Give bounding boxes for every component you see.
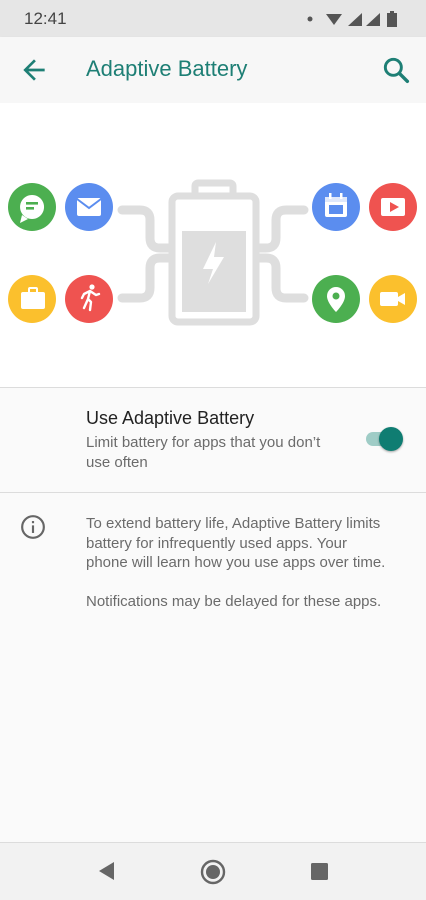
info-icon	[21, 515, 45, 539]
page-title: Adaptive Battery	[86, 56, 248, 81]
camera-icon	[369, 275, 417, 323]
navigation-bar	[0, 842, 426, 900]
chat-icon	[8, 183, 56, 231]
status-icons	[307, 11, 397, 27]
signal-icon	[366, 13, 380, 26]
search-icon[interactable]	[380, 54, 412, 86]
run-icon	[65, 275, 113, 323]
wifi-icon	[326, 14, 342, 25]
dot-icon	[307, 16, 313, 22]
status-bar: 12:41	[0, 0, 426, 37]
back-arrow-icon[interactable]	[18, 54, 50, 86]
divider	[0, 387, 426, 388]
divider	[0, 492, 426, 493]
nav-back-icon[interactable]	[96, 860, 118, 882]
nav-recents-icon[interactable]	[311, 863, 328, 880]
nav-home-icon[interactable]	[200, 859, 226, 885]
info-paragraph: To extend battery life, Adaptive Battery…	[86, 515, 386, 571]
info-text: To extend battery life, Adaptive Battery…	[86, 514, 386, 611]
video-icon	[369, 183, 417, 231]
adaptive-battery-toggle[interactable]	[364, 426, 406, 452]
calendar-icon	[312, 183, 360, 231]
info-paragraph: Notifications may be delayed for these a…	[86, 592, 382, 610]
mail-icon	[65, 183, 113, 231]
battery-charging-icon	[168, 179, 260, 326]
signal-icon	[348, 13, 362, 26]
map-pin-icon	[312, 275, 360, 323]
toggle-thumb	[379, 427, 403, 451]
status-time: 12:41	[24, 9, 67, 28]
hero-illustration	[0, 103, 426, 387]
app-bar: Adaptive Battery	[0, 37, 426, 103]
battery-icon	[387, 11, 397, 27]
setting-subtitle: Limit battery for apps that you don’t us…	[86, 434, 321, 471]
briefcase-icon	[8, 275, 56, 323]
setting-title: Use Adaptive Battery	[86, 408, 255, 428]
